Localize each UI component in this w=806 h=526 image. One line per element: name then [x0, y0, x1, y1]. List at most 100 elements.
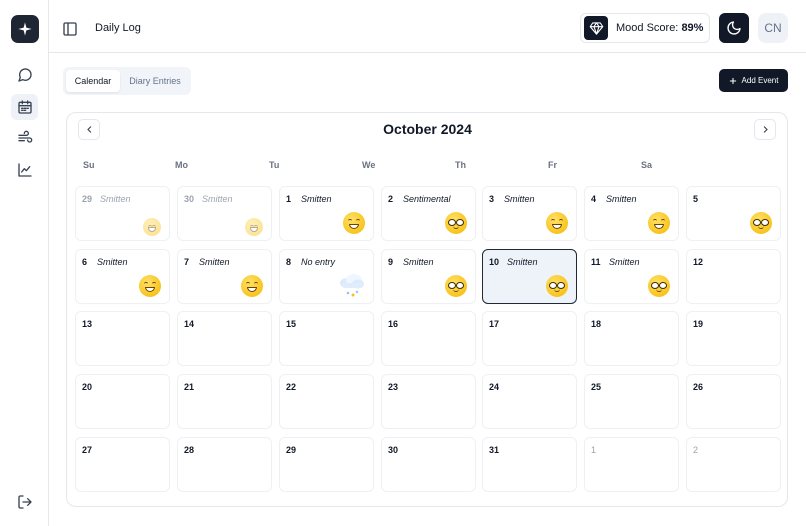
page-title: Daily Log — [95, 22, 141, 34]
calendar-day-cell[interactable]: 11 Smitten — [584, 249, 679, 304]
snow-cloud-icon — [337, 271, 367, 299]
day-number: 10 — [489, 257, 500, 267]
mood-label: Smitten — [97, 257, 128, 267]
day-number: 30 — [388, 445, 399, 455]
calendar-day-cell[interactable]: 23 — [381, 374, 476, 429]
panel-toggle-button[interactable] — [61, 20, 79, 38]
mood-label: Smitten — [202, 194, 233, 204]
day-number: 19 — [693, 319, 704, 329]
calendar-day-cell[interactable]: 2 Sentimental — [381, 186, 476, 241]
user-avatar[interactable]: CN — [758, 13, 788, 43]
calendar-day-cell[interactable]: 31 — [482, 437, 577, 492]
add-event-label: Add Event — [741, 76, 779, 85]
calendar-day-cell[interactable]: 27 — [75, 437, 170, 492]
next-month-button[interactable] — [754, 119, 776, 140]
glasses-face-emoji-icon — [546, 275, 568, 297]
calendar-day-cell[interactable]: 7 Smitten — [177, 249, 272, 304]
calendar-day-cell[interactable]: 20 — [75, 374, 170, 429]
calendar-day-cell[interactable]: 26 — [686, 374, 781, 429]
calendar-day-cell[interactable]: 24 — [482, 374, 577, 429]
weekday-label: We — [362, 160, 376, 170]
logout-button[interactable] — [11, 489, 38, 515]
calendar-day-cell[interactable]: 15 — [279, 311, 374, 366]
day-number: 20 — [82, 382, 93, 392]
day-number: 29 — [286, 445, 297, 455]
view-tabs: Calendar Diary Entries — [63, 67, 191, 95]
day-number: 28 — [184, 445, 195, 455]
day-number: 27 — [82, 445, 93, 455]
glasses-face-emoji-icon — [445, 212, 467, 234]
calendar-day-cell[interactable]: 30 — [381, 437, 476, 492]
sidebar-item-wind[interactable] — [11, 125, 38, 151]
calendar-day-cell[interactable]: 29 — [279, 437, 374, 492]
day-number: 13 — [82, 319, 93, 329]
calendar-day-cell[interactable]: 14 — [177, 311, 272, 366]
calendar-day-cell[interactable]: 8 No entry — [279, 249, 374, 304]
mood-label: Sentimental — [403, 194, 451, 204]
sidebar-item-calendar[interactable] — [11, 94, 38, 120]
day-number: 4 — [591, 194, 597, 204]
mood-label: Smitten — [507, 257, 538, 267]
weekday-label: Fr — [548, 160, 557, 170]
calendar-day-cell[interactable]: 30 Smitten — [177, 186, 272, 241]
day-number: 25 — [591, 382, 602, 392]
calendar-day-cell[interactable]: 5 — [686, 186, 781, 241]
calendar-day-cell[interactable]: 6 Smitten — [75, 249, 170, 304]
calendar-day-cell[interactable]: 17 — [482, 311, 577, 366]
chevron-right-icon — [763, 126, 768, 133]
day-number: 26 — [693, 382, 704, 392]
day-number: 30 — [184, 194, 195, 204]
grinning-face-emoji-icon — [648, 212, 670, 234]
add-event-button[interactable]: Add Event — [719, 69, 788, 92]
calendar-day-cell[interactable]: 13 — [75, 311, 170, 366]
day-number: 11 — [591, 257, 601, 267]
day-number: 15 — [286, 319, 297, 329]
day-number: 29 — [82, 194, 93, 204]
glasses-face-emoji-icon — [445, 275, 467, 297]
app-logo[interactable] — [11, 15, 39, 43]
month-title: October 2024 — [383, 121, 472, 137]
calendar-day-cell[interactable]: 19 — [686, 311, 781, 366]
calendar-day-cell[interactable]: 18 — [584, 311, 679, 366]
calendar-day-cell[interactable]: 29 Smitten — [75, 186, 170, 241]
day-number: 16 — [388, 319, 399, 329]
grinning-face-emoji-icon — [139, 275, 161, 297]
calendar-day-cell[interactable]: 3 Smitten — [482, 186, 577, 241]
calendar-day-cell[interactable]: 1 Smitten — [279, 186, 374, 241]
day-number: 21 — [184, 382, 195, 392]
weekday-label: Su — [83, 160, 95, 170]
calendar-day-cell[interactable]: 25 — [584, 374, 679, 429]
mood-score-badge: Mood Score: 89% — [580, 13, 710, 43]
day-number: 1 — [591, 445, 597, 455]
calendar-day-cell[interactable]: 28 — [177, 437, 272, 492]
calendar-day-cell[interactable]: 10 Smitten — [482, 249, 577, 304]
tab-diary-entries[interactable]: Diary Entries — [122, 70, 188, 92]
sidebar-item-chart[interactable] — [11, 157, 38, 183]
tab-calendar[interactable]: Calendar — [66, 70, 120, 92]
mood-label: Smitten — [504, 194, 535, 204]
calendar-day-cell[interactable]: 1 — [584, 437, 679, 492]
sidebar-panel-icon — [63, 22, 77, 36]
calendar-day-cell[interactable]: 22 — [279, 374, 374, 429]
plus-icon — [729, 77, 736, 84]
grinning-face-emoji-icon — [546, 212, 568, 234]
calendar-day-cell[interactable]: 4 Smitten — [584, 186, 679, 241]
sparkle-icon — [18, 22, 32, 36]
mood-label: Smitten — [609, 257, 640, 267]
calendar-day-cell[interactable]: 2 — [686, 437, 781, 492]
day-number: 6 — [82, 257, 88, 267]
day-number: 2 — [388, 194, 394, 204]
weekday-label: Th — [455, 160, 466, 170]
calendar-day-cell[interactable]: 21 — [177, 374, 272, 429]
day-number: 12 — [693, 257, 704, 267]
day-number: 23 — [388, 382, 399, 392]
day-number: 3 — [489, 194, 495, 204]
day-number: 24 — [489, 382, 500, 392]
sidebar-item-chat[interactable] — [11, 62, 38, 88]
calendar-day-cell[interactable]: 9 Smitten — [381, 249, 476, 304]
theme-toggle-button[interactable] — [719, 13, 749, 43]
calendar-day-cell[interactable]: 16 — [381, 311, 476, 366]
calendar-day-cell[interactable]: 12 — [686, 249, 781, 304]
moon-icon — [727, 21, 741, 35]
grinning-face-emoji-icon — [241, 275, 263, 297]
